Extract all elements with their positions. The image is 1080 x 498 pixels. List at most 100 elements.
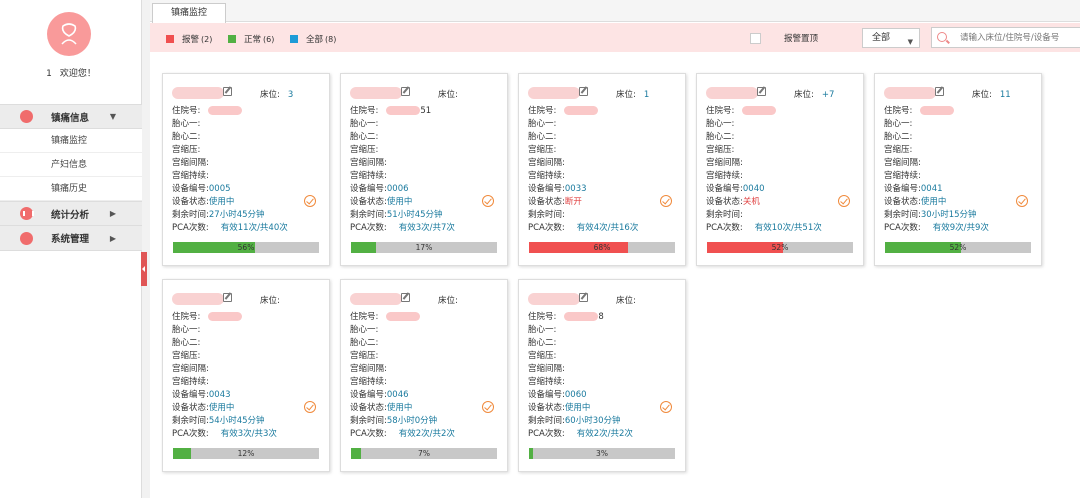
edit-icon[interactable] [401,87,410,96]
fhr2-row: 胎心二: [528,337,683,350]
remaining-value: 60小时30分钟 [564,416,621,426]
contraction-pressure-row: 宫缩压: [350,350,505,363]
legend-normal[interactable]: 正常 (6) [228,33,274,45]
edit-icon[interactable] [579,293,588,302]
monitor-card[interactable]: 床位: +7 住院号: 胎心一: 胎心二: 宫缩压: 宫缩间隔: 宫缩持续: 设备编号:0040… [696,73,864,266]
check-circle-icon[interactable] [304,401,316,413]
check-circle-icon[interactable] [660,195,672,207]
nav-item-monitor[interactable]: 镇痛监控 [0,129,142,153]
nav-section-statistics[interactable]: 统计分析 ▶ [0,201,142,226]
alarm-top-checkbox[interactable] [750,32,761,44]
fhr1-row: 胎心一: [706,118,861,131]
field-label: 剩余时间: [350,416,387,426]
pca-value: 有效3次/共7次 [398,223,455,233]
avatar[interactable] [47,12,91,56]
field-label: 宫缩持续: [528,377,565,387]
monitor-card[interactable]: 床位: 住院号: 51 胎心一: 胎心二: 宫缩压: 宫缩间隔: 宫缩持续: 设备编号:0006… [340,73,508,266]
patient-name-blurred [528,87,580,99]
chevron-down-icon: ▼ [109,112,116,121]
monitor-card[interactable]: 床位: 11 住院号: 胎心一: 胎心二: 宫缩压: 宫缩间隔: 宫缩持续: 设备编号:0041… [874,73,1042,266]
edit-icon[interactable] [757,87,766,96]
search-icon[interactable] [937,32,947,42]
check-circle-icon[interactable] [482,195,494,207]
fhr1-row: 胎心一: [172,324,327,337]
fhr2-row: 胎心二: [172,131,327,144]
field-label: 剩余时间: [350,210,387,220]
monitor-card[interactable]: 床位: 住院号: 胎心一: 胎心二: 宫缩压: 宫缩间隔: 宫缩持续: 设备编号:0043 设备… [162,279,330,472]
bed-field: 床位: 1 [616,88,649,100]
remaining-row: 剩余时间: [528,209,683,222]
nav-menu: 镇痛信息 ▼ 镇痛监控 产妇信息 镇痛历史 统计分析 ▶ 系统管理 ▶ [0,104,142,251]
field-label: 胎心二: [528,338,557,348]
contraction-interval-row: 宫缩间隔: [884,157,1039,170]
monitor-card[interactable]: 床位: 1 住院号: 胎心一: 胎心二: 宫缩压: 宫缩间隔: 宫缩持续: 设备编号:0033 设… [518,73,686,266]
edit-icon[interactable] [223,293,232,302]
nav-item-maternal-info[interactable]: 产妇信息 [0,153,142,177]
field-label: 设备状态: [528,197,565,207]
field-label: 胎心一: [172,325,201,335]
device-status-value: 关机 [742,197,760,207]
patient-name-blurred [172,87,224,99]
fhr1-row: 胎心一: [884,118,1039,131]
device-status-value: 使用中 [208,197,235,207]
nav-item-history[interactable]: 镇痛历史 [0,177,142,201]
monitor-card[interactable]: 床位: 3 住院号: 胎心一: 胎心二: 宫缩压: 宫缩间隔: 宫缩持续: 设备编号:0005 设… [162,73,330,266]
nav-section-label: 镇痛信息 [51,112,90,124]
bed-field: 床位: [438,88,466,100]
field-label: 宫缩压: [172,145,201,155]
monitor-card[interactable]: 床位: 住院号: 8 胎心一: 胎心二: 宫缩压: 宫缩间隔: 宫缩持续: 设备编号:0060 设… [518,279,686,472]
field-label: PCA次数: [172,223,209,233]
field-label: 宫缩持续: [350,377,387,387]
field-label: 设备编号: [528,184,565,194]
field-label: 剩余时间: [172,416,209,426]
alarm-top-label: 报警置顶 [784,34,819,44]
status-select[interactable]: 全部 ▼ [862,28,920,48]
legend-count: (8) [325,34,337,44]
nav-section-analgesia[interactable]: 镇痛信息 ▼ [0,104,142,129]
field-label: 住院号: [172,106,201,116]
contraction-duration-row: 宫缩持续: [706,170,861,183]
field-label: 住院号: [172,312,201,322]
edit-icon[interactable] [223,87,232,96]
pca-value: 有效9次/共9次 [932,223,989,233]
check-circle-icon[interactable] [838,195,850,207]
bed-field: 床位: [260,294,288,306]
patient-name-blurred [172,293,224,305]
check-circle-icon[interactable] [660,401,672,413]
nav-section-system[interactable]: 系统管理 ▶ [0,226,142,251]
inpatient-suffix: 8 [598,312,604,322]
patient-name-blurred [706,87,758,99]
search-input[interactable] [960,30,1080,45]
pca-row: PCA次数: 有效3次/共7次 [350,222,505,235]
fhr2-row: 胎心二: [884,131,1039,144]
patient-name-blurred [528,293,580,305]
field-label: 胎心一: [172,119,201,129]
device-status-value: 使用中 [564,403,591,413]
card-fields: 住院号: 胎心一: 胎心二: 宫缩压: 宫缩间隔: 宫缩持续: 设备编号:0005 设备状态:… [172,105,327,235]
field-label: 胎心一: [706,119,735,129]
legend-alarm[interactable]: 报警 (2) [166,33,212,45]
check-circle-icon[interactable] [482,401,494,413]
field-label: 胎心一: [350,119,379,129]
check-circle-icon[interactable] [304,195,316,207]
device-status-value: 使用中 [386,197,413,207]
field-label: 胎心二: [350,132,379,142]
tab-analgesia-monitor[interactable]: 镇痛监控 [152,3,227,23]
tab-bar: 镇痛监控 [150,0,1080,23]
contraction-pressure-row: 宫缩压: [884,144,1039,157]
sidebar-collapse-button[interactable] [141,252,147,286]
card-fields: 住院号: 8 胎心一: 胎心二: 宫缩压: 宫缩间隔: 宫缩持续: 设备编号:0060 设备状态… [528,311,683,441]
inpatient-row: 住院号: [884,105,1039,118]
field-label: PCA次数: [172,429,209,439]
edit-icon[interactable] [401,293,410,302]
device-no-value: 0033 [564,184,587,194]
monitor-card[interactable]: 床位: 住院号: 胎心一: 胎心二: 宫缩压: 宫缩间隔: 宫缩持续: 设备编号:0046 设备… [340,279,508,472]
contraction-duration-row: 宫缩持续: [172,376,327,389]
legend-all[interactable]: 全部 (8) [290,33,336,45]
check-circle-icon[interactable] [1016,195,1028,207]
inpatient-row: 住院号: [350,311,505,324]
progress-bar: 12% [173,448,319,459]
edit-icon[interactable] [935,87,944,96]
edit-icon[interactable] [579,87,588,96]
device-no-row: 设备编号:0005 [172,183,327,196]
